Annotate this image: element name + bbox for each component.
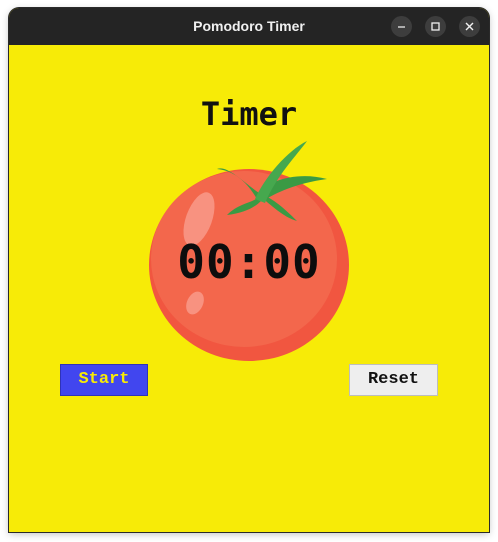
minimize-button[interactable] — [391, 16, 412, 37]
page-title: Timer — [200, 95, 298, 133]
window-title: Pomodoro Timer — [193, 18, 305, 34]
timer-panel: Timer 00:00 Start Reset — [9, 45, 489, 532]
maximize-icon — [431, 22, 440, 31]
maximize-button[interactable] — [425, 16, 446, 37]
app-window: Pomodoro Timer Timer 00:00 Start Reset — [9, 8, 489, 532]
reset-button[interactable]: Reset — [349, 364, 438, 396]
close-icon — [465, 22, 474, 31]
timer-display: 00:00 — [177, 235, 321, 289]
close-button[interactable] — [459, 16, 480, 37]
minimize-icon — [398, 26, 405, 28]
title-bar[interactable]: Pomodoro Timer — [9, 8, 489, 45]
start-button[interactable]: Start — [60, 364, 148, 396]
